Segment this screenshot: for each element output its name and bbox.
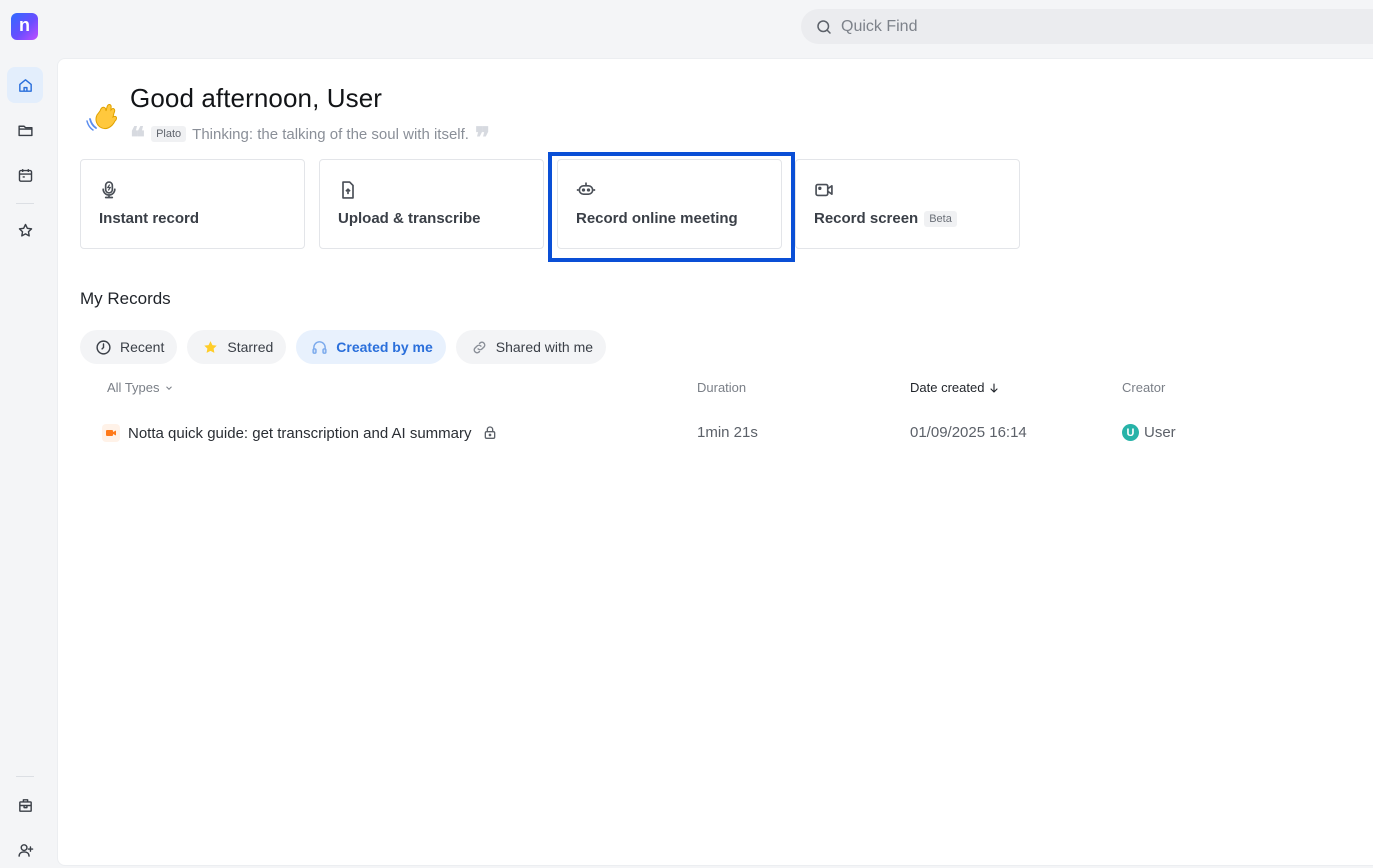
app-logo[interactable]: n: [11, 13, 38, 40]
column-header: Creator: [1122, 380, 1166, 395]
home-icon: [18, 78, 32, 92]
record-duration: 1min 21s: [697, 424, 758, 441]
add-user-icon: [17, 843, 33, 857]
daily-quote: ❝ Plato Thinking: the talking of the sou…: [130, 121, 491, 154]
duration-column-header[interactable]: Duration: [697, 380, 746, 395]
tab-starred[interactable]: Starred: [187, 330, 287, 364]
calendar-icon: [18, 168, 32, 182]
microphone-icon: [102, 181, 116, 199]
arrow-down-icon: [990, 382, 998, 393]
tab-label: Starred: [227, 339, 274, 355]
record-creator: U User: [1122, 424, 1176, 441]
column-header: All Types: [107, 380, 160, 395]
main-panel: Good afternoon, User ❝ Plato Thinking: t…: [57, 58, 1373, 866]
record-title-cell[interactable]: Notta quick guide: get transcription and…: [102, 424, 498, 442]
my-records-title: My Records: [80, 289, 171, 308]
instant-record-card[interactable]: Instant record: [80, 159, 305, 249]
creator-name: User: [1144, 424, 1176, 441]
records-filter-tabs: Recent Starred Created by me Shared with…: [80, 330, 607, 364]
clock-icon: [96, 339, 111, 355]
card-label: Instant record: [99, 210, 200, 227]
quote-author: Plato: [151, 126, 187, 142]
record-date: 01/09/2025 16:14: [910, 424, 1027, 441]
calendar-nav-button[interactable]: [7, 157, 43, 193]
sidebar-divider: [16, 776, 34, 777]
logo-letter: n: [19, 15, 30, 35]
record-screen-card[interactable]: Record screen Beta: [795, 159, 1020, 249]
beta-badge: Beta: [924, 210, 957, 227]
toolbox-icon: [18, 798, 32, 812]
tab-created-by-me[interactable]: Created by me: [296, 330, 446, 364]
records-table-header: All Types Duration Date created Creator: [58, 380, 1358, 400]
open-quote-mark: ❝: [130, 121, 146, 154]
record-title: Notta quick guide: get transcription and…: [128, 424, 472, 442]
search-icon: [817, 19, 831, 34]
all-types-filter[interactable]: All Types: [107, 380, 174, 395]
card-label: Record online meeting: [576, 210, 738, 227]
upload-transcribe-card[interactable]: Upload & transcribe: [319, 159, 544, 249]
record-online-meeting-card[interactable]: Record online meeting: [557, 159, 782, 249]
table-row[interactable]: Notta quick guide: get transcription and…: [88, 417, 1328, 451]
home-nav-button[interactable]: [7, 67, 43, 103]
sidebar-divider: [16, 203, 34, 204]
avatar: U: [1122, 424, 1139, 441]
tab-label: Recent: [120, 339, 165, 355]
folder-icon: [17, 125, 33, 136]
creator-column-header[interactable]: Creator: [1122, 380, 1165, 395]
chevron-down-icon: [165, 385, 172, 390]
search-input[interactable]: [841, 17, 1241, 36]
invite-user-button[interactable]: [7, 832, 43, 868]
tab-label: Created by me: [336, 339, 433, 355]
sidebar: n: [0, 0, 50, 868]
quick-find-search[interactable]: [801, 9, 1373, 44]
close-quote-mark: ❞: [474, 121, 491, 154]
card-label: Record screen Beta: [814, 210, 957, 227]
star-icon: [204, 340, 218, 353]
tab-label: Shared with me: [495, 339, 594, 355]
folders-nav-button[interactable]: [7, 112, 43, 148]
video-record-icon: [102, 424, 120, 442]
star-outline-icon: [18, 223, 32, 237]
link-icon: [473, 341, 486, 353]
quote-text: Thinking: the talking of the soul with i…: [192, 125, 469, 143]
column-header: Date created: [910, 380, 985, 395]
tab-shared-with-me[interactable]: Shared with me: [455, 330, 607, 364]
video-camera-icon: [815, 183, 833, 197]
waving-hand-icon: [86, 104, 117, 131]
card-label: Upload & transcribe: [338, 210, 481, 227]
record-screen-label: Record screen: [814, 210, 919, 227]
toolbox-nav-button[interactable]: [7, 787, 43, 823]
headphones-icon: [312, 340, 327, 354]
meeting-bot-icon: [576, 182, 596, 195]
greeting-title: Good afternoon, User: [130, 83, 383, 113]
date-created-column-header[interactable]: Date created: [910, 380, 1000, 395]
starred-nav-button[interactable]: [7, 212, 43, 248]
column-header: Duration: [697, 380, 747, 395]
file-upload-icon: [342, 181, 354, 199]
tab-recent[interactable]: Recent: [80, 330, 178, 364]
lock-icon: [484, 426, 495, 439]
